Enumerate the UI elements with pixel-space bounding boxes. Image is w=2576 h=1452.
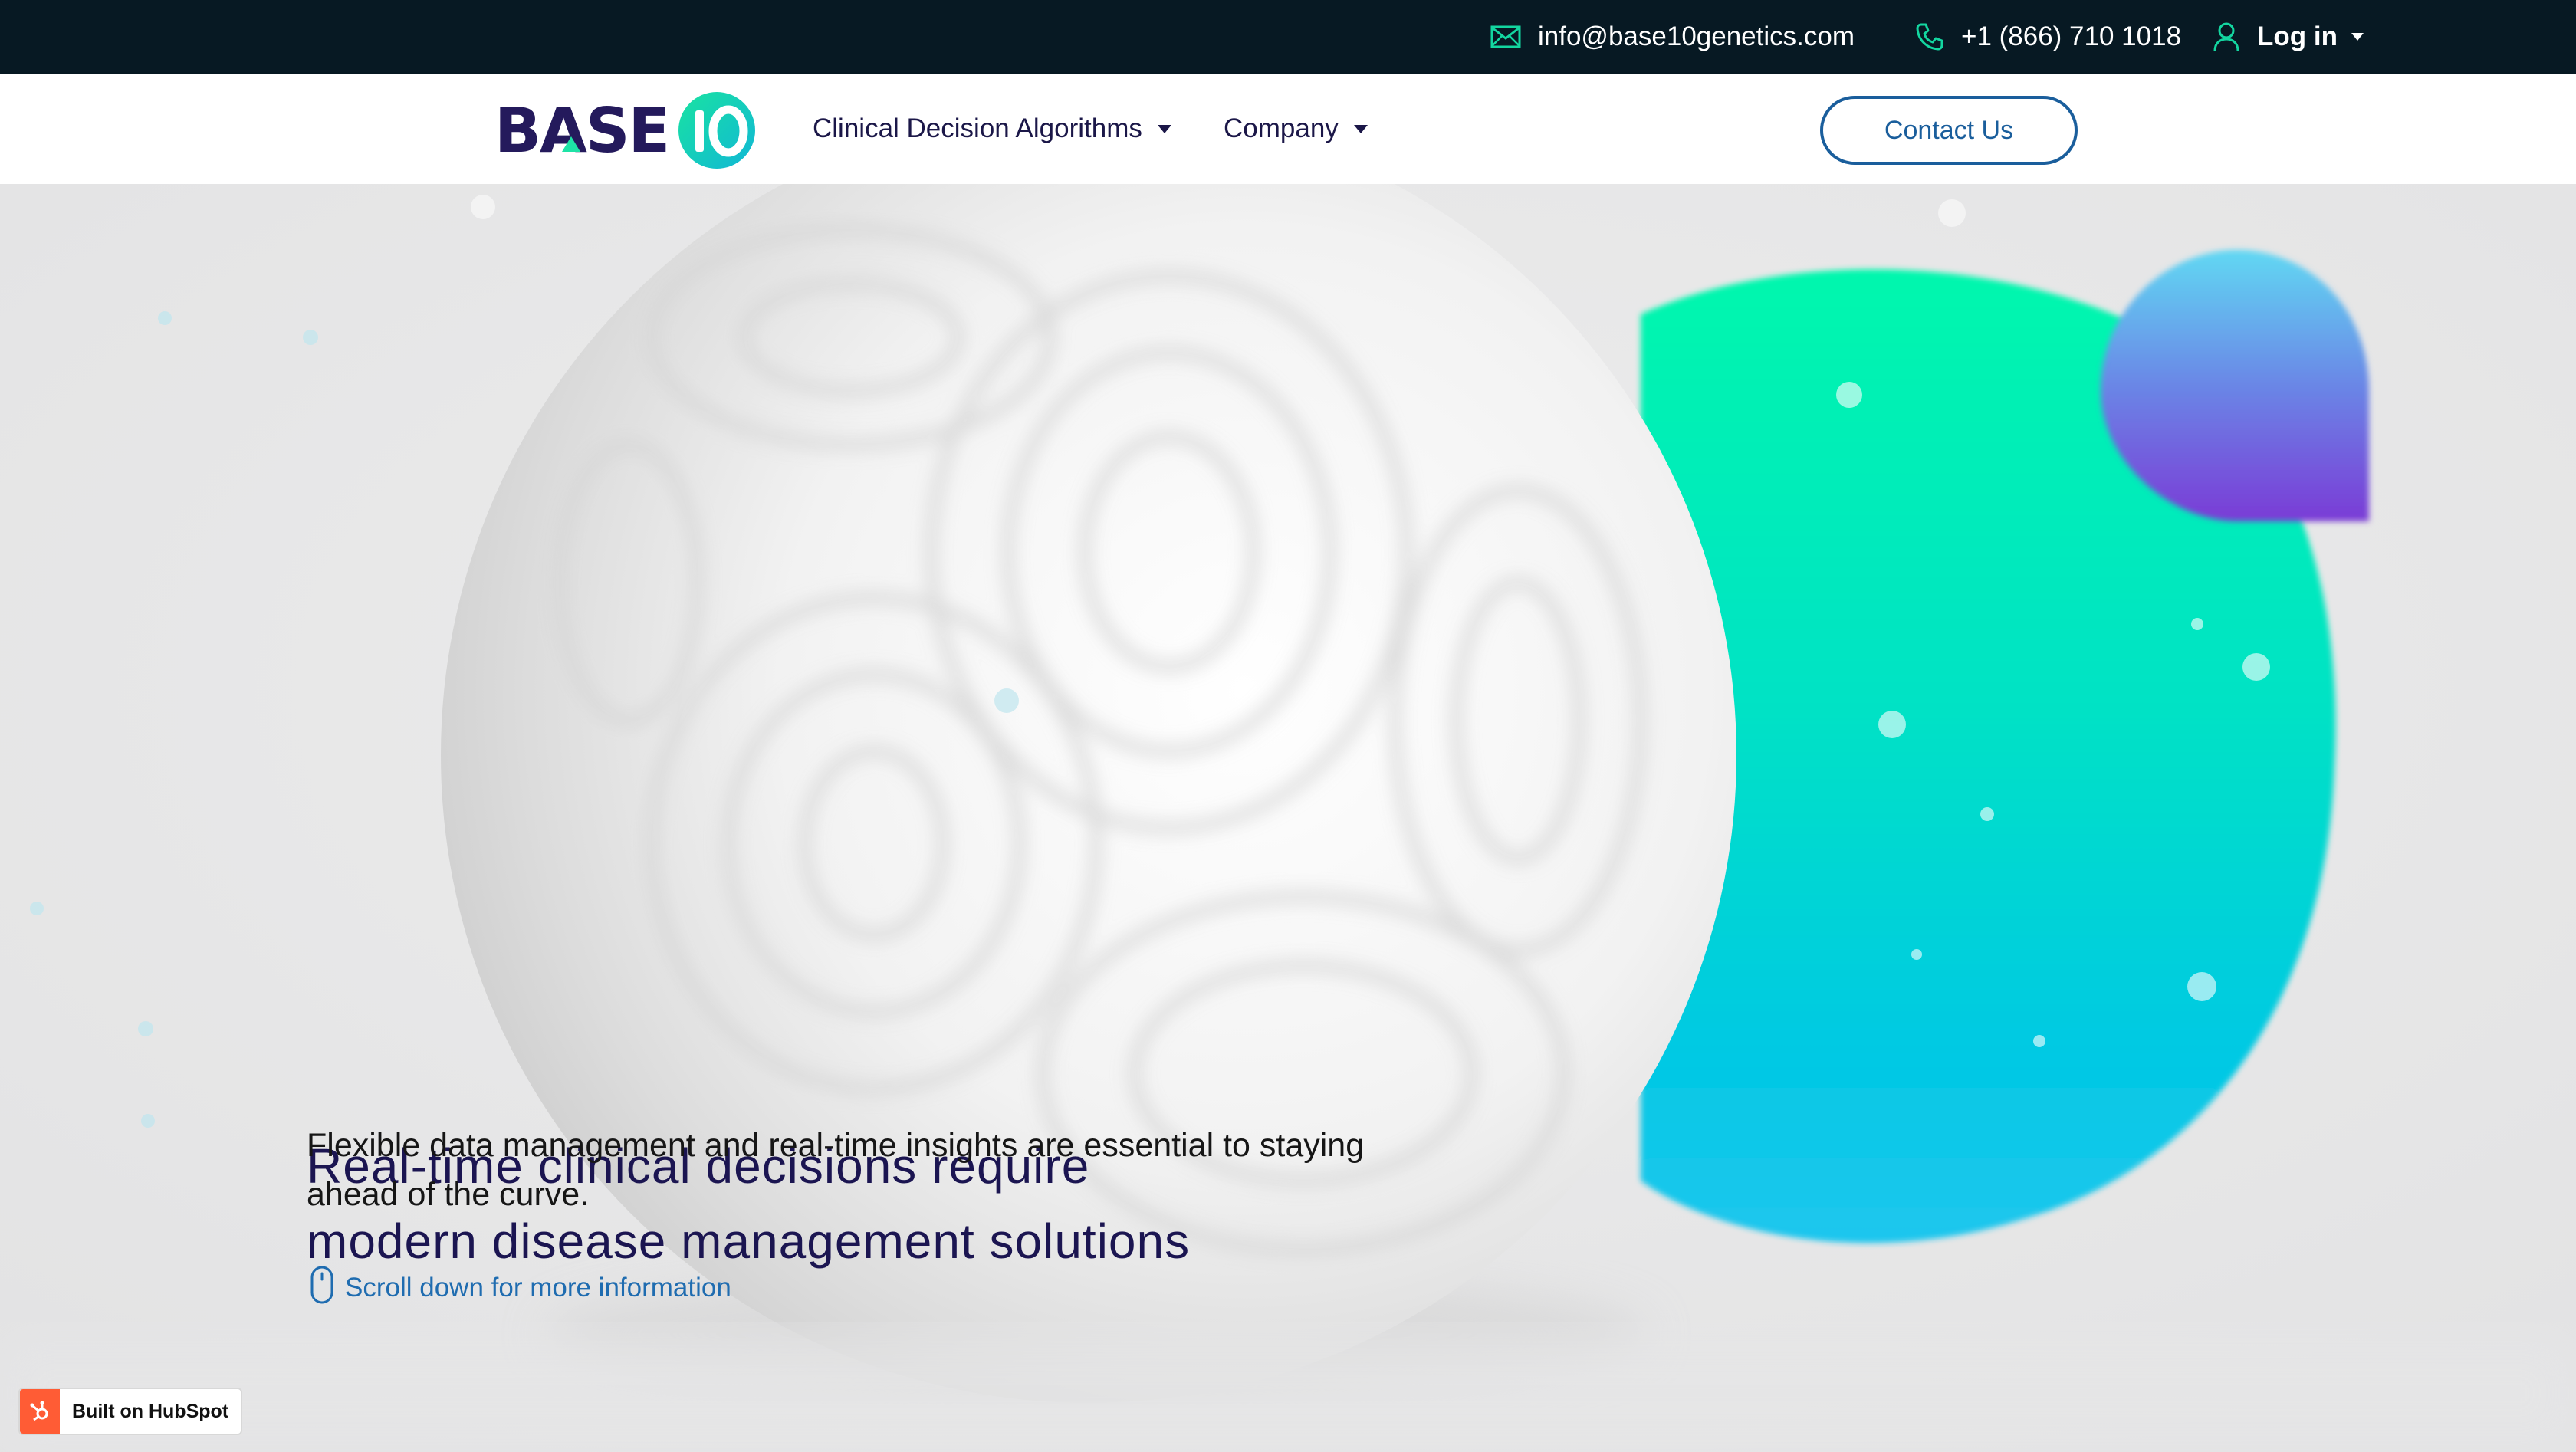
subtext-line-1: Flexible data management and real-time i… [307, 1127, 1365, 1164]
email-link[interactable]: info@base10genetics.com [1490, 0, 1855, 74]
scroll-down-label: Scroll down for more information [345, 1273, 731, 1303]
svg-text:BASE: BASE [495, 95, 669, 166]
nav-company[interactable]: Company [1224, 74, 1368, 184]
phone-link[interactable]: +1 (866) 710 1018 [1915, 0, 2181, 74]
base10-logo[interactable]: BASE [495, 90, 755, 170]
contact-us-button[interactable]: Contact Us [1820, 96, 2078, 165]
mouse-icon [310, 1265, 334, 1312]
login-menu[interactable]: Log in [2213, 0, 2364, 74]
top-utility-bar: info@base10genetics.com +1 (866) 710 101… [0, 0, 2576, 74]
caret-down-icon [1353, 124, 1368, 133]
main-navigation: BASE Clinical Decision Algorithms Compan… [0, 74, 2576, 184]
hero-section: Real-time clinical decisions require mod… [0, 184, 2576, 1452]
phone-icon [1915, 22, 1944, 51]
hubspot-sprocket-icon [20, 1389, 60, 1434]
login-label: Log in [2257, 21, 2338, 51]
phone-text: +1 (866) 710 1018 [1961, 21, 2182, 51]
nav-item-label: Clinical Decision Algorithms [813, 113, 1142, 143]
nav-item-label: Company [1224, 113, 1339, 143]
subtext-line-2: ahead of the curve. [307, 1176, 590, 1213]
email-text: info@base10genetics.com [1538, 21, 1855, 51]
built-on-hubspot-badge[interactable]: Built on HubSpot [18, 1388, 243, 1435]
nav-clinical-decision-algorithms[interactable]: Clinical Decision Algorithms [813, 74, 1171, 184]
hero-subtext: Flexible data management and real-time i… [307, 1121, 1365, 1219]
user-icon [2213, 21, 2240, 52]
caret-down-icon [2351, 33, 2364, 41]
mail-icon [1490, 25, 1521, 48]
hubspot-badge-label: Built on HubSpot [72, 1400, 229, 1422]
logo-mark: BASE [495, 92, 755, 169]
caret-down-icon [1157, 124, 1171, 133]
scroll-down-link[interactable]: Scroll down for more information [310, 1265, 731, 1311]
